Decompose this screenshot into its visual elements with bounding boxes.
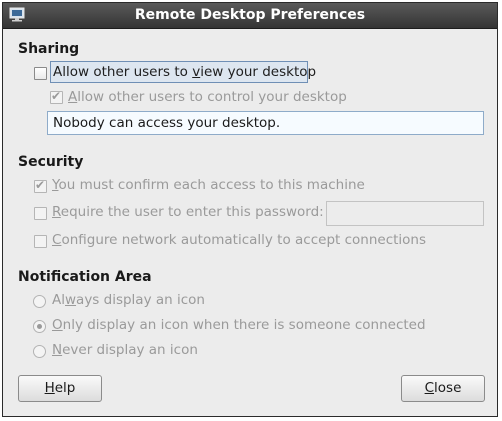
confirm-access-label[interactable]: You must confirm each access to this mac… (52, 177, 365, 193)
require-password-label[interactable]: Require the user to enter this password: (52, 204, 324, 220)
allow-control-label[interactable]: Allow other users to control your deskto… (68, 89, 347, 105)
help-button[interactable]: Help (18, 375, 102, 402)
notification-area-heading: Notification Area (18, 269, 152, 285)
never-display-label[interactable]: Never display an icon (52, 342, 198, 358)
title-bar[interactable]: Remote Desktop Preferences (3, 3, 497, 29)
configure-network-label[interactable]: Configure network automatically to accep… (52, 232, 426, 248)
sharing-heading: Sharing (18, 41, 80, 57)
radio-selected-dot (37, 324, 42, 329)
allow-control-checkbox[interactable]: ✔ (50, 89, 63, 104)
configure-network-checkbox[interactable] (34, 235, 47, 248)
always-display-label[interactable]: Always display an icon (52, 292, 205, 308)
sharing-status-field: Nobody can access your desktop. (47, 111, 484, 135)
check-mark-icon: ✔ (51, 89, 62, 103)
only-when-connected-label[interactable]: Only display an icon when there is someo… (52, 317, 426, 333)
window-title: Remote Desktop Preferences (134, 7, 366, 23)
security-heading: Security (18, 154, 84, 170)
never-display-radio[interactable] (33, 345, 46, 358)
allow-view-checkbox[interactable] (34, 67, 47, 80)
check-mark-icon: ✔ (35, 178, 46, 192)
allow-view-label[interactable]: Allow other users to view your desktop (53, 64, 316, 80)
confirm-access-checkbox[interactable]: ✔ (34, 178, 47, 193)
close-button[interactable]: Close (401, 375, 485, 402)
require-password-checkbox[interactable] (34, 207, 47, 220)
remote-desktop-preferences-window: Remote Desktop Preferences Sharing Allow… (2, 2, 498, 417)
only-when-connected-radio[interactable] (33, 320, 46, 333)
password-input[interactable] (326, 201, 484, 226)
always-display-radio[interactable] (33, 295, 46, 308)
